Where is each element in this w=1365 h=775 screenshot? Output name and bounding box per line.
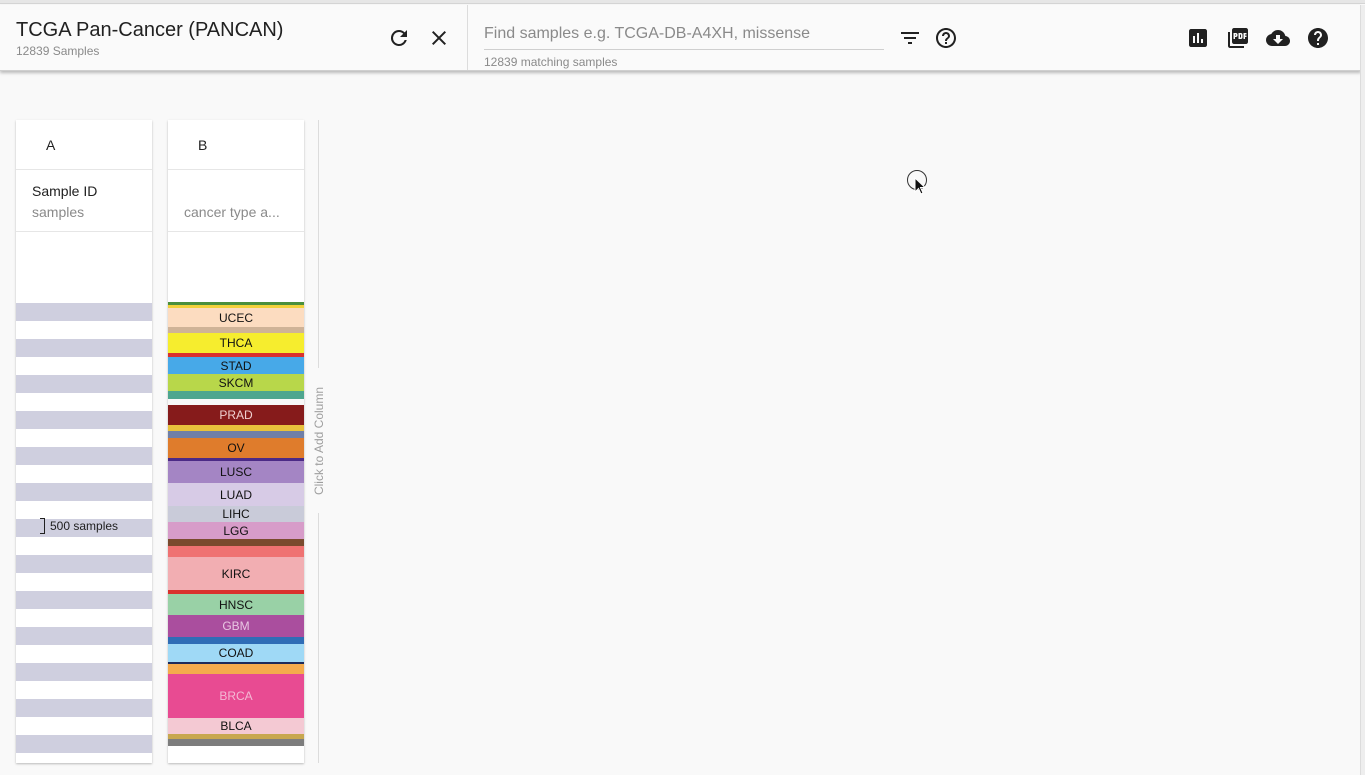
cancer-type-label: LGG	[223, 524, 249, 538]
cancer-type-label: LIHC	[222, 507, 250, 521]
scrollbar-edge	[1360, 5, 1365, 775]
sample-stripe	[16, 591, 152, 609]
sample-stripe	[16, 627, 152, 645]
bracket-icon	[40, 518, 45, 534]
cancer-type-segment[interactable]: LGG	[168, 522, 304, 539]
cancer-type-segment[interactable]: BRCA	[168, 674, 304, 718]
cancer-type-segment[interactable]: BLCA	[168, 718, 304, 734]
cancer-type-label: LUAD	[219, 488, 252, 502]
window-top-edge	[0, 0, 1365, 4]
cancer-type-label: BRCA	[219, 689, 253, 703]
sample-count: 12839 Samples	[16, 44, 100, 58]
cancer-type-segment[interactable]: THCA	[168, 333, 304, 353]
column-a-label: Sample ID	[32, 183, 98, 199]
add-column-button[interactable]: Click to Add Column	[312, 368, 326, 513]
cancer-type-label: SKCM	[218, 376, 254, 390]
sample-annotation: 500 samples	[40, 518, 118, 534]
add-column-label: Click to Add Column	[312, 386, 326, 495]
sample-stripe	[16, 663, 152, 681]
bar-chart-icon[interactable]	[1184, 24, 1212, 52]
help-outline-icon[interactable]	[932, 24, 960, 52]
cancer-type-segment[interactable]: STAD	[168, 357, 304, 374]
cancer-type-segment[interactable]: LUSC	[168, 461, 304, 483]
header-divider	[467, 5, 468, 70]
column-b[interactable]: B cancer type a... UCEC THCA STAD SKCM PRAD O…	[168, 120, 304, 763]
cancer-type-label: LUSC	[219, 465, 252, 479]
cancer-type-segment[interactable]: COAD	[168, 644, 304, 662]
cancer-type-label: BLCA	[220, 719, 252, 733]
sample-stripe	[16, 447, 152, 465]
cancer-type-segment[interactable]: PRAD	[168, 405, 304, 425]
cancer-type-label: UCEC	[218, 311, 253, 325]
cancer-type-segment[interactable]	[168, 391, 304, 399]
cancer-type-segment[interactable]	[168, 431, 304, 438]
sample-stripe	[16, 303, 152, 321]
sample-annotation-text: 500 samples	[50, 519, 119, 533]
matching-samples-text: 12839 matching samples	[484, 55, 618, 69]
cancer-type-label: PRAD	[219, 408, 253, 422]
app-bar: TCGA Pan-Cancer (PANCAN) 12839 Samples 1…	[0, 5, 1361, 71]
cancer-type-segment[interactable]: GBM	[168, 615, 304, 637]
column-a-info[interactable]: Sample ID samples	[16, 170, 152, 232]
cancer-type-label: KIRC	[221, 567, 251, 581]
cancer-type-label: THCA	[219, 336, 253, 350]
cancer-type-segment[interactable]	[168, 539, 304, 546]
cancer-type-segment[interactable]: UCEC	[168, 308, 304, 327]
cancer-type-label: OV	[227, 441, 245, 455]
column-a[interactable]: A Sample ID samples 500 samples	[16, 120, 152, 763]
column-a-sublabel: samples	[32, 204, 85, 220]
cancer-type-segment[interactable]	[168, 637, 304, 644]
column-b-header[interactable]: B	[168, 120, 304, 170]
cancer-type-label: COAD	[218, 646, 254, 660]
sample-stripe	[16, 375, 152, 393]
refresh-icon[interactable]	[385, 24, 413, 52]
cancer-type-segment[interactable]: OV	[168, 438, 304, 458]
column-b-letter: B	[198, 137, 208, 153]
sample-stripe	[16, 483, 152, 501]
pdf-icon[interactable]	[1224, 24, 1252, 52]
sample-stripe	[16, 339, 152, 357]
sample-stripe	[16, 411, 152, 429]
cancer-type-segment[interactable]	[168, 546, 304, 557]
cancer-type-segment[interactable]: KIRC	[168, 557, 304, 590]
column-a-header[interactable]: A	[16, 120, 152, 170]
cancer-type-segment[interactable]: LUAD	[168, 483, 304, 506]
sample-stripe	[16, 735, 152, 753]
sample-stripe	[16, 555, 152, 573]
cancer-type-segment[interactable]: SKCM	[168, 374, 304, 391]
cancer-type-label: STAD	[220, 359, 252, 373]
column-a-letter: A	[46, 137, 56, 153]
cancer-type-label: HNSC	[218, 598, 253, 612]
filter-icon[interactable]	[896, 24, 924, 52]
column-b-sublabel: cancer type a...	[184, 204, 280, 220]
cohort-title[interactable]: TCGA Pan-Cancer (PANCAN)	[16, 19, 283, 42]
help-icon[interactable]	[1304, 24, 1332, 52]
sample-search-input[interactable]	[484, 19, 884, 50]
mouse-pointer-icon	[914, 177, 927, 195]
sample-stripe	[16, 699, 152, 717]
cancer-type-segment[interactable]	[168, 664, 304, 674]
cancer-type-segment[interactable]: LIHC	[168, 506, 304, 522]
cloud-download-icon[interactable]	[1264, 24, 1292, 52]
cancer-type-segment[interactable]: HNSC	[168, 594, 304, 615]
close-icon[interactable]	[425, 24, 453, 52]
cancer-type-label: GBM	[222, 619, 250, 633]
cancer-type-segment[interactable]	[168, 739, 304, 746]
column-b-info[interactable]: cancer type a...	[168, 170, 304, 232]
